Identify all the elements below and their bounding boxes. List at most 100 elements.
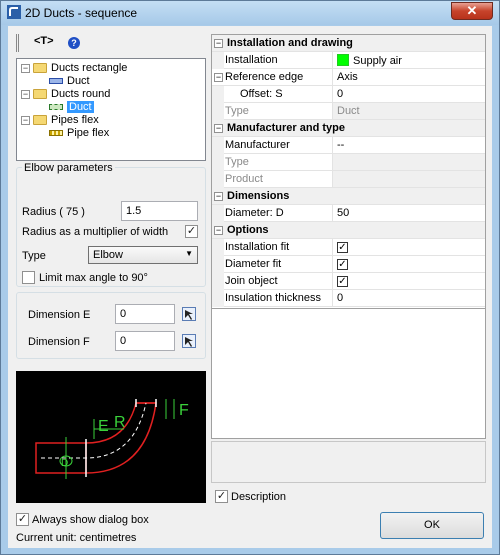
insulation-thickness-value[interactable]: 0: [332, 290, 485, 306]
join-object-value[interactable]: ✓: [332, 273, 485, 289]
property-reference-edge[interactable]: − Reference edge Axis: [212, 69, 485, 86]
property-installation[interactable]: Installation Supply air: [212, 52, 485, 69]
row-gutter: [212, 171, 224, 188]
dimensions-group: [16, 292, 206, 359]
type-value: Duct: [332, 103, 485, 119]
property-grid[interactable]: − Installation and drawing Installation …: [211, 34, 486, 309]
tree-item-label: Pipes flex: [51, 114, 99, 126]
collapse-toggle[interactable]: −: [214, 226, 223, 235]
tree-item-label: Duct: [67, 75, 90, 87]
property-type-readonly: Type Duct: [212, 103, 485, 120]
property-name: Diameter: D: [225, 207, 284, 219]
diameter-fit-checkbox[interactable]: ✓: [337, 259, 348, 270]
collapse-toggle[interactable]: −: [214, 39, 223, 48]
manufacturer-value[interactable]: --: [332, 137, 485, 153]
collapse-toggle[interactable]: −: [214, 73, 223, 82]
section-manufacturer[interactable]: − Manufacturer and type: [212, 120, 485, 137]
cursor-pick-icon: [185, 310, 193, 320]
chevron-down-icon: ▼: [185, 249, 193, 258]
cursor-pick-icon: [185, 337, 193, 347]
collapse-toggle[interactable]: −: [214, 124, 223, 133]
installation-fit-checkbox[interactable]: ✓: [337, 242, 348, 253]
section-label: Installation and drawing: [227, 37, 353, 49]
tree-item-duct-rectangle[interactable]: Duct: [49, 75, 90, 88]
offset-value[interactable]: 0: [332, 86, 485, 102]
elbow-type-select[interactable]: Elbow ▼: [88, 246, 198, 264]
toolbar-grip[interactable]: [16, 34, 19, 52]
section-label: Dimensions: [227, 190, 290, 202]
tree-toggle-ducts-rectangle[interactable]: −: [21, 64, 30, 73]
close-button[interactable]: ✕: [451, 2, 493, 20]
property-name: Join object: [225, 275, 278, 287]
dimension-f-label: Dimension F: [28, 336, 90, 348]
diameter-value[interactable]: 50: [332, 205, 485, 221]
elbow-type-value: Elbow: [93, 249, 123, 261]
dimension-f-input[interactable]: 0: [115, 331, 175, 351]
property-name: Insulation thickness: [225, 292, 321, 304]
object-tree[interactable]: − Ducts rectangle Duct − Ducts round Duc…: [16, 58, 206, 161]
property-name: Installation fit: [225, 241, 290, 253]
tree-toggle-ducts-round[interactable]: −: [21, 90, 30, 99]
folder-icon: [33, 115, 47, 126]
property-insulation-thickness[interactable]: Insulation thickness 0: [212, 290, 485, 307]
dimension-e-label: Dimension E: [28, 309, 91, 321]
diameter-fit-value[interactable]: ✓: [332, 256, 485, 272]
property-product: Product: [212, 171, 485, 188]
ok-button[interactable]: OK: [380, 512, 484, 539]
description-label: Description: [231, 491, 287, 503]
multiplier-checkbox[interactable]: ✓: [185, 225, 198, 238]
property-name: Installation: [225, 54, 278, 66]
installation-value[interactable]: Supply air: [332, 52, 485, 68]
property-diameter-fit[interactable]: Diameter fit ✓: [212, 256, 485, 273]
preview-e-label: E: [98, 418, 109, 435]
tree-item-label: Ducts rectangle: [51, 62, 128, 74]
rectangular-duct-icon: [49, 78, 63, 85]
property-installation-fit[interactable]: Installation fit ✓: [212, 239, 485, 256]
folder-icon: [33, 63, 47, 74]
help-icon[interactable]: ?: [68, 37, 80, 49]
text-tool-button[interactable]: <T>: [34, 35, 54, 47]
pick-dimension-f-button[interactable]: [182, 334, 196, 348]
folder-icon: [33, 89, 47, 100]
limit-angle-checkbox[interactable]: [22, 271, 35, 284]
elbow-preview: E R F D: [16, 371, 206, 503]
property-manufacturer[interactable]: Manufacturer --: [212, 137, 485, 154]
tree-item-ducts-rectangle[interactable]: Ducts rectangle: [33, 62, 127, 75]
property-diameter[interactable]: Diameter: D 50: [212, 205, 485, 222]
preview-f-label: F: [179, 402, 189, 419]
title-bar[interactable]: 2D Ducts - sequence ✕: [1, 1, 499, 25]
tree-item-duct-round[interactable]: Duct: [49, 101, 94, 114]
section-label: Manufacturer and type: [227, 122, 345, 134]
tree-toggle-pipes-flex[interactable]: −: [21, 116, 30, 125]
property-offset[interactable]: Offset: S 0: [212, 86, 485, 103]
description-checkbox[interactable]: ✓: [215, 490, 228, 503]
section-dimensions[interactable]: − Dimensions: [212, 188, 485, 205]
tree-item-pipe-flex[interactable]: Pipe flex: [49, 127, 109, 140]
section-installation[interactable]: − Installation and drawing: [212, 35, 485, 52]
always-show-label: Always show dialog box: [32, 514, 149, 526]
radius-input[interactable]: 1.5: [121, 201, 198, 221]
tree-item-pipes-flex[interactable]: Pipes flex: [33, 114, 99, 127]
reference-edge-value[interactable]: Axis: [332, 69, 485, 85]
preview-d-label: D: [61, 458, 68, 469]
current-unit-label: Current unit: centimetres: [16, 532, 137, 544]
tree-item-ducts-round[interactable]: Ducts round: [33, 88, 110, 101]
property-name: Diameter fit: [225, 258, 282, 270]
tree-item-label: Ducts round: [51, 88, 111, 100]
join-object-checkbox[interactable]: ✓: [337, 276, 348, 287]
row-gutter: [212, 103, 224, 120]
property-type: Type: [212, 154, 485, 171]
app-icon: [7, 5, 21, 19]
tree-item-label: Pipe flex: [67, 127, 110, 139]
always-show-checkbox[interactable]: ✓: [16, 513, 29, 526]
collapse-toggle[interactable]: −: [214, 192, 223, 201]
property-join-object[interactable]: Join object ✓: [212, 273, 485, 290]
type-value: [332, 154, 485, 170]
section-options[interactable]: − Options: [212, 222, 485, 239]
dimension-e-input[interactable]: 0: [115, 304, 175, 324]
close-icon: ✕: [466, 3, 478, 18]
elbow-preview-drawing: E R F D: [35, 399, 189, 479]
installation-fit-value[interactable]: ✓: [332, 239, 485, 255]
dialog-window: 2D Ducts - sequence ✕ <T> ? − Ducts rect…: [0, 0, 500, 555]
pick-dimension-e-button[interactable]: [182, 307, 196, 321]
